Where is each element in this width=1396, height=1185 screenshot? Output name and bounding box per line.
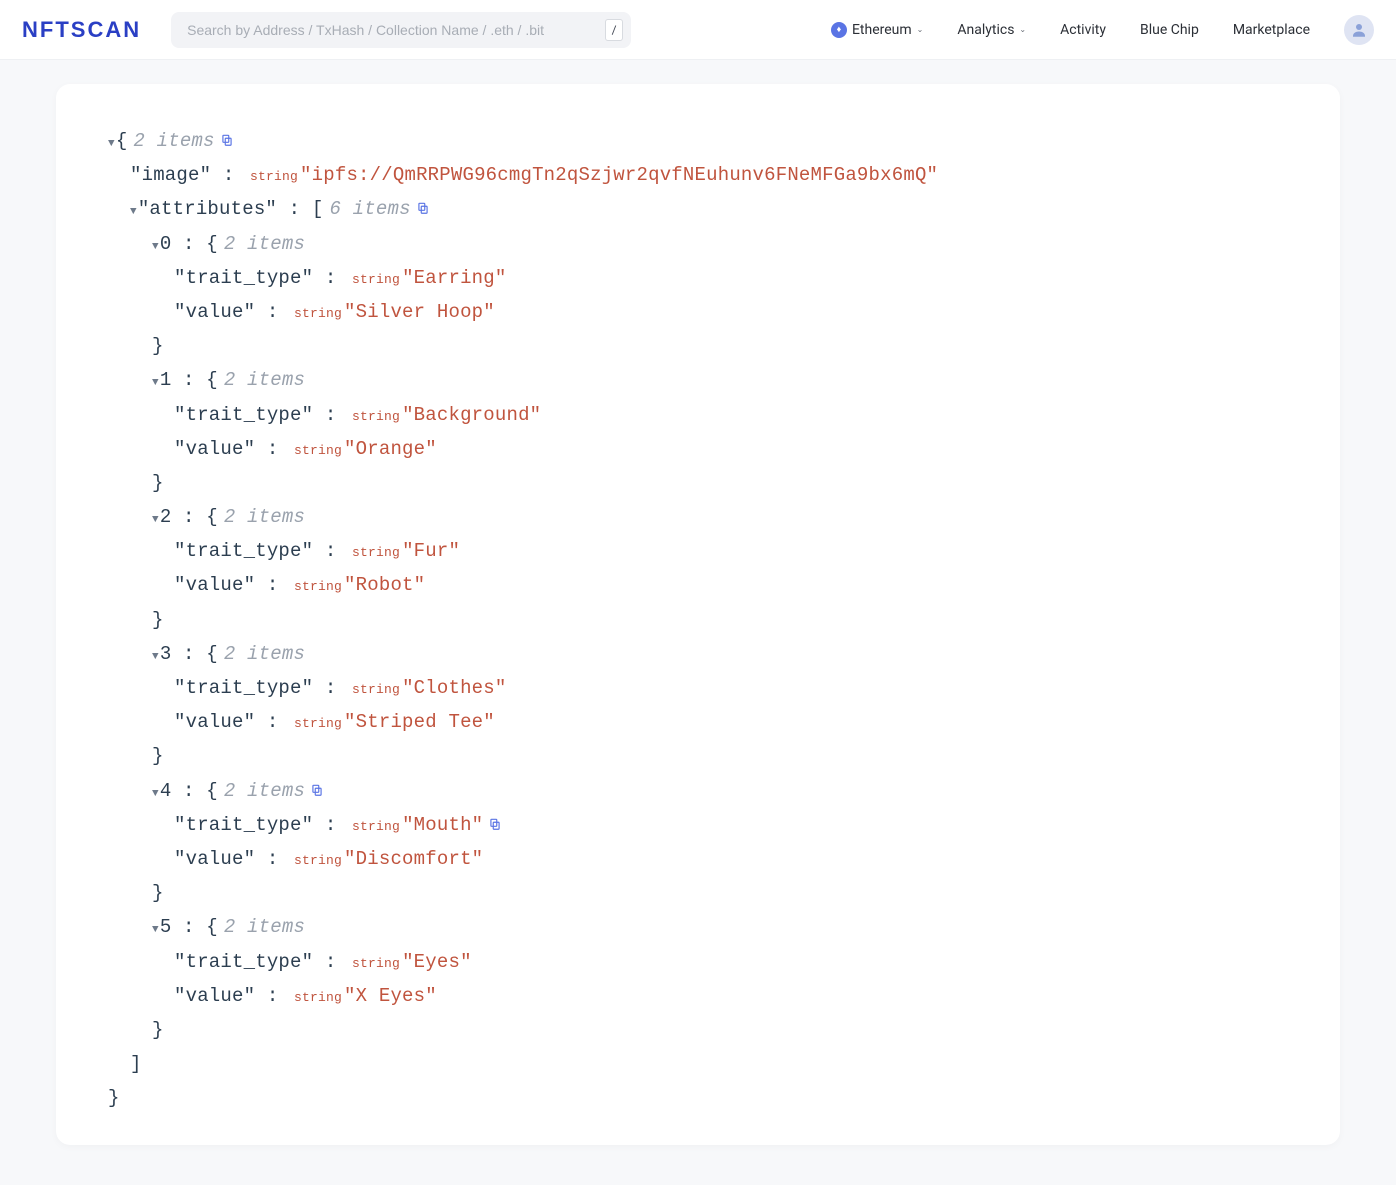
profile-avatar[interactable] bbox=[1344, 15, 1374, 45]
json-attr-item-open: ▼0 : {2 items bbox=[96, 227, 1300, 261]
json-value-row: "value" : string"Discomfort" bbox=[96, 842, 1300, 876]
copy-icon[interactable] bbox=[220, 133, 234, 147]
json-attributes-close: ] bbox=[96, 1047, 1300, 1081]
json-value-row: "value" : string"Orange" bbox=[96, 432, 1300, 466]
json-value-row: "value" : string"Robot" bbox=[96, 568, 1300, 602]
item-count: 2 items bbox=[224, 916, 305, 938]
logo[interactable]: NFTSCAN bbox=[22, 17, 141, 43]
json-trait-type-value[interactable]: "Background" bbox=[402, 404, 541, 426]
search-wrap: / bbox=[171, 12, 631, 48]
toggle-arrow[interactable]: ▼ bbox=[152, 511, 159, 531]
json-attr-item-close: } bbox=[96, 739, 1300, 773]
json-trait-type-row: "trait_type" : string"Fur" bbox=[96, 534, 1300, 568]
chevron-down-icon: ⌄ bbox=[1019, 25, 1026, 34]
chevron-down-icon: ⌄ bbox=[917, 25, 924, 34]
toggle-arrow[interactable]: ▼ bbox=[152, 374, 159, 394]
json-trait-type-row: "trait_type" : string"Clothes" bbox=[96, 671, 1300, 705]
json-attr-item-open: ▼5 : {2 items bbox=[96, 910, 1300, 944]
json-attr-item-close: } bbox=[96, 466, 1300, 500]
nav-analytics[interactable]: Analytics ⌄ bbox=[957, 22, 1026, 38]
json-attr-item-close: } bbox=[96, 603, 1300, 637]
item-count: 2 items bbox=[224, 506, 305, 528]
toggle-arrow[interactable]: ▼ bbox=[108, 135, 115, 155]
json-attr-item-close: } bbox=[96, 329, 1300, 363]
toggle-arrow[interactable]: ▼ bbox=[130, 203, 137, 223]
json-image-row: "image" : string"ipfs://QmRRPWG96cmgTn2q… bbox=[96, 158, 1300, 192]
json-value-row: "value" : string"Silver Hoop" bbox=[96, 295, 1300, 329]
toggle-arrow[interactable]: ▼ bbox=[152, 921, 159, 941]
json-viewer-panel: ▼{2 items"image" : string"ipfs://QmRRPWG… bbox=[56, 84, 1340, 1145]
json-image-value[interactable]: "ipfs://QmRRPWG96cmgTn2qSzjwr2qvfNEuhunv… bbox=[300, 164, 938, 186]
json-trait-type-row: "trait_type" : string"Earring" bbox=[96, 261, 1300, 295]
item-count: 2 items bbox=[224, 643, 305, 665]
json-value-row: "value" : string"Striped Tee" bbox=[96, 705, 1300, 739]
item-count: 2 items bbox=[224, 369, 305, 391]
json-value-row: "value" : string"X Eyes" bbox=[96, 979, 1300, 1013]
json-trait-type-row: "trait_type" : string"Background" bbox=[96, 398, 1300, 432]
item-count: 2 items bbox=[133, 130, 214, 152]
json-value-value[interactable]: "Robot" bbox=[344, 574, 425, 596]
json-value-value[interactable]: "Orange" bbox=[344, 438, 437, 460]
json-trait-type-row: "trait_type" : string"Eyes" bbox=[96, 945, 1300, 979]
nav-marketplace[interactable]: Marketplace bbox=[1233, 22, 1310, 38]
json-trait-type-value[interactable]: "Eyes" bbox=[402, 951, 472, 973]
json-attributes-open: ▼"attributes" : [6 items bbox=[96, 192, 1300, 226]
nav-chain-selector[interactable]: ♦ Ethereum ⌄ bbox=[831, 22, 923, 38]
app-header: NFTSCAN / ♦ Ethereum ⌄ Analytics ⌄ Activ… bbox=[0, 0, 1396, 60]
json-value-value[interactable]: "X Eyes" bbox=[344, 985, 437, 1007]
copy-icon[interactable] bbox=[488, 817, 502, 831]
json-root-open: ▼{2 items bbox=[96, 124, 1300, 158]
json-attr-item-close: } bbox=[96, 876, 1300, 910]
json-attr-item-close: } bbox=[96, 1013, 1300, 1047]
search-input[interactable] bbox=[171, 12, 631, 48]
search-slash-hint: / bbox=[605, 19, 623, 41]
json-attr-item-open: ▼1 : {2 items bbox=[96, 363, 1300, 397]
nav-activity[interactable]: Activity bbox=[1060, 22, 1106, 38]
toggle-arrow[interactable]: ▼ bbox=[152, 648, 159, 668]
nav-chain-label: Ethereum bbox=[852, 22, 912, 38]
copy-icon[interactable] bbox=[310, 783, 324, 797]
toggle-arrow[interactable]: ▼ bbox=[152, 785, 159, 805]
copy-icon[interactable] bbox=[416, 201, 430, 215]
json-value-value[interactable]: "Discomfort" bbox=[344, 848, 483, 870]
json-trait-type-value[interactable]: "Clothes" bbox=[402, 677, 506, 699]
json-attr-item-open: ▼4 : {2 items bbox=[96, 774, 1300, 808]
json-root-close: } bbox=[96, 1081, 1300, 1115]
json-value-value[interactable]: "Silver Hoop" bbox=[344, 301, 495, 323]
nav-bar: ♦ Ethereum ⌄ Analytics ⌄ Activity Blue C… bbox=[831, 15, 1374, 45]
json-trait-type-value[interactable]: "Mouth" bbox=[402, 814, 483, 836]
json-trait-type-value[interactable]: "Fur" bbox=[402, 540, 460, 562]
item-count: 2 items bbox=[224, 233, 305, 255]
item-count: 2 items bbox=[224, 780, 305, 802]
ethereum-icon: ♦ bbox=[831, 22, 847, 38]
json-attr-item-open: ▼3 : {2 items bbox=[96, 637, 1300, 671]
json-trait-type-row: "trait_type" : string"Mouth" bbox=[96, 808, 1300, 842]
json-attr-item-open: ▼2 : {2 items bbox=[96, 500, 1300, 534]
json-value-value[interactable]: "Striped Tee" bbox=[344, 711, 495, 733]
user-icon bbox=[1350, 21, 1368, 39]
toggle-arrow[interactable]: ▼ bbox=[152, 238, 159, 258]
nav-bluechip[interactable]: Blue Chip bbox=[1140, 22, 1199, 38]
json-trait-type-value[interactable]: "Earring" bbox=[402, 267, 506, 289]
nav-analytics-label: Analytics bbox=[957, 22, 1014, 38]
item-count: 6 items bbox=[329, 198, 410, 220]
